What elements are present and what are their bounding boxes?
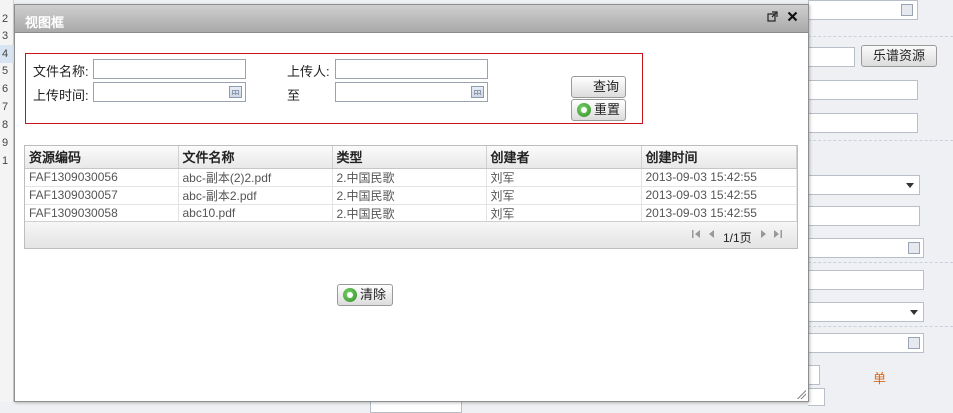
- row-number: 6: [2, 83, 9, 95]
- orange-label: 单: [873, 371, 887, 386]
- search-form: 文件名称: 上传人: 上传时间: 至 查询 重置: [25, 53, 643, 124]
- background-field[interactable]: [808, 47, 855, 67]
- row-number: 7: [2, 101, 9, 113]
- row-number: 3: [2, 30, 9, 42]
- cell-file-name: abc10.pdf: [178, 204, 333, 223]
- prev-page-icon[interactable]: [707, 229, 715, 242]
- clear-button-label: 清除: [360, 287, 387, 302]
- next-page-icon[interactable]: [760, 229, 768, 242]
- column-header-created-time[interactable]: 创建时间: [641, 146, 797, 169]
- background-field[interactable]: [808, 365, 820, 385]
- query-button-label: 查询: [592, 79, 619, 94]
- cell-created-time: 2013-09-03 15:42:55: [641, 186, 797, 205]
- cell-code: FAF1309030056: [25, 168, 179, 187]
- view-dialog: 视图框 文件名称: 上传人: 上传时间: 至 查询 重置 资源编码 文件名称 类…: [14, 4, 809, 402]
- row-number: 4: [2, 48, 9, 60]
- column-header-file-name[interactable]: 文件名称: [178, 146, 333, 169]
- chevron-down-icon: [910, 310, 918, 315]
- background-select[interactable]: [808, 175, 920, 195]
- cell-type: 2.中国民歌: [332, 186, 487, 205]
- background-select[interactable]: [808, 302, 924, 322]
- reset-button-label: 重置: [594, 102, 621, 117]
- cell-created-time: 2013-09-03 15:42:55: [641, 204, 797, 223]
- calendar-icon[interactable]: [901, 4, 913, 16]
- first-page-icon[interactable]: [691, 229, 701, 242]
- row-number: 1: [2, 155, 9, 167]
- column-header-creator[interactable]: 创建者: [486, 146, 642, 169]
- query-button[interactable]: 查询: [571, 76, 626, 98]
- refresh-icon: [343, 288, 357, 302]
- upload-time-to-field[interactable]: [335, 82, 488, 102]
- to-label: 至: [287, 88, 301, 103]
- music-resource-button[interactable]: 乐谱资源: [861, 45, 937, 67]
- background-field[interactable]: [808, 270, 924, 290]
- upload-time-from-field[interactable]: [93, 82, 246, 102]
- background-date-field[interactable]: [808, 0, 918, 20]
- row-number: 9: [2, 137, 9, 149]
- cell-file-name: abc-副本2.pdf: [178, 186, 333, 205]
- background-field[interactable]: [808, 206, 920, 226]
- cell-type: 2.中国民歌: [332, 168, 487, 187]
- refresh-icon: [577, 103, 591, 117]
- file-name-label: 文件名称:: [33, 64, 89, 79]
- column-header-type[interactable]: 类型: [332, 146, 487, 169]
- uploader-label: 上传人:: [287, 64, 330, 79]
- background-field[interactable]: [808, 80, 918, 100]
- row-number: 2: [2, 13, 9, 25]
- row-number: 8: [2, 119, 9, 131]
- divider: [808, 36, 953, 37]
- resize-handle-icon[interactable]: [796, 389, 806, 399]
- cell-creator: 刘军: [486, 168, 642, 187]
- table-row[interactable]: FAF1309030058 abc10.pdf 2.中国民歌 刘军 2013-0…: [25, 204, 797, 223]
- resource-table: 资源编码 文件名称 类型 创建者 创建时间 FAF1309030056 abc-…: [25, 146, 797, 223]
- cell-type: 2.中国民歌: [332, 204, 487, 223]
- row-number: 5: [2, 65, 9, 77]
- divider: [808, 262, 953, 263]
- table-header-row: 资源编码 文件名称 类型 创建者 创建时间: [25, 146, 797, 169]
- divider: [808, 326, 953, 327]
- background-field[interactable]: [370, 401, 462, 413]
- uploader-input[interactable]: [335, 59, 488, 79]
- file-name-input[interactable]: [93, 59, 246, 79]
- chevron-down-icon: [906, 183, 914, 188]
- last-page-icon[interactable]: [773, 229, 783, 242]
- table-row[interactable]: FAF1309030056 abc-副本(2)2.pdf 2.中国民歌 刘军 2…: [25, 168, 797, 187]
- dialog-titlebar[interactable]: 视图框: [15, 5, 808, 33]
- cell-created-time: 2013-09-03 15:42:55: [641, 168, 797, 187]
- dialog-title: 视图框: [25, 15, 65, 30]
- page-indicator: 1/1页: [723, 231, 752, 245]
- divider: [808, 140, 953, 141]
- table-row[interactable]: FAF1309030057 abc-副本2.pdf 2.中国民歌 刘军 2013…: [25, 186, 797, 205]
- reset-button[interactable]: 重置: [571, 99, 626, 121]
- close-icon[interactable]: [787, 11, 798, 25]
- background-field[interactable]: [808, 113, 918, 133]
- clear-button[interactable]: 清除: [337, 284, 393, 306]
- calendar-icon[interactable]: [908, 242, 920, 254]
- calendar-icon[interactable]: [908, 337, 920, 349]
- upload-time-label: 上传时间:: [33, 88, 89, 103]
- background-date-field[interactable]: [808, 333, 924, 353]
- cell-creator: 刘军: [486, 204, 642, 223]
- column-header-code[interactable]: 资源编码: [25, 146, 179, 169]
- calendar-icon[interactable]: [229, 86, 242, 98]
- cell-code: FAF1309030057: [25, 186, 179, 205]
- cell-creator: 刘军: [486, 186, 642, 205]
- background-date-field[interactable]: [808, 238, 924, 258]
- calendar-icon[interactable]: [471, 86, 484, 98]
- popout-icon[interactable]: [767, 11, 778, 25]
- resource-grid: 资源编码 文件名称 类型 创建者 创建时间 FAF1309030056 abc-…: [24, 145, 798, 249]
- cell-file-name: abc-副本(2)2.pdf: [178, 168, 333, 187]
- pagination-bar: 1/1页: [25, 221, 797, 248]
- cell-code: FAF1309030058: [25, 204, 179, 223]
